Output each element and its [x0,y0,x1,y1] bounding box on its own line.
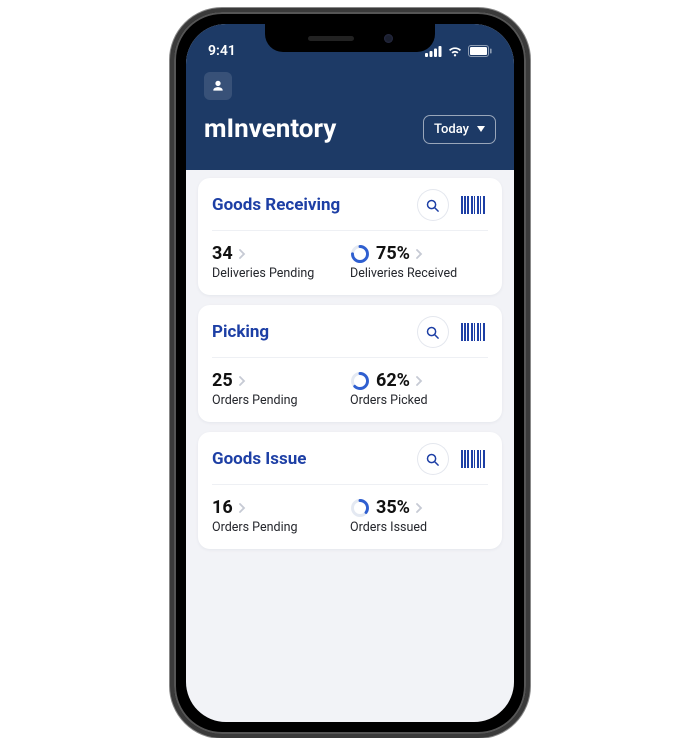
barcode-scan-button[interactable] [458,317,488,347]
battery-icon [468,45,492,57]
chevron-right-icon [416,376,423,386]
search-icon [425,325,440,340]
metric-received[interactable]: 75% Deliveries Received [350,243,488,281]
metric-value: 16 [212,497,233,518]
card-title: Goods Issue [212,449,306,469]
metric-issued[interactable]: 35% Orders Issued [350,497,488,535]
metric-value: 25 [212,370,233,391]
search-icon [425,452,440,467]
progress-ring-icon [350,371,370,391]
notch [265,24,435,52]
app-header: mInventory Today [186,66,514,170]
screen: 9:41 mInventory Today Good [186,24,514,722]
metric-label: Orders Pending [212,520,350,535]
chevron-right-icon [239,249,246,259]
metric-value: 75% [376,243,410,264]
barcode-scan-button[interactable] [458,190,488,220]
metric-pending[interactable]: 34 Deliveries Pending [212,243,350,281]
wifi-icon [447,46,463,57]
caret-down-icon [477,126,485,132]
progress-ring-icon [350,498,370,518]
metric-value: 35% [376,497,410,518]
card-title: Picking [212,322,269,342]
metric-pending[interactable]: 16 Orders Pending [212,497,350,535]
card-picking[interactable]: Picking 25 Orders Pending [198,305,502,422]
search-button[interactable] [418,444,448,474]
chevron-right-icon [239,503,246,513]
metric-value: 62% [376,370,410,391]
chevron-right-icon [416,503,423,513]
app-title: mInventory [204,114,336,144]
search-button[interactable] [418,190,448,220]
metric-label: Orders Picked [350,393,488,408]
card-list: Goods Receiving 34 Deliverie [186,170,514,722]
metric-label: Deliveries Received [350,266,488,281]
progress-ring-icon [350,244,370,264]
metric-label: Orders Issued [350,520,488,535]
search-button[interactable] [418,317,448,347]
metric-pending[interactable]: 25 Orders Pending [212,370,350,408]
date-filter-button[interactable]: Today [423,115,496,144]
metric-label: Deliveries Pending [212,266,350,281]
user-icon [211,79,225,93]
chevron-right-icon [416,249,423,259]
chevron-right-icon [239,376,246,386]
card-goods-receiving[interactable]: Goods Receiving 34 Deliverie [198,178,502,295]
barcode-scan-button[interactable] [458,444,488,474]
metric-value: 34 [212,243,233,264]
card-title: Goods Receiving [212,195,340,215]
search-icon [425,198,440,213]
phone-frame: 9:41 mInventory Today Good [170,8,530,738]
card-goods-issue[interactable]: Goods Issue 16 Orders Pendin [198,432,502,549]
status-time: 9:41 [208,43,236,59]
profile-button[interactable] [204,72,232,100]
metric-picked[interactable]: 62% Orders Picked [350,370,488,408]
metric-label: Orders Pending [212,393,350,408]
date-filter-label: Today [434,122,469,137]
